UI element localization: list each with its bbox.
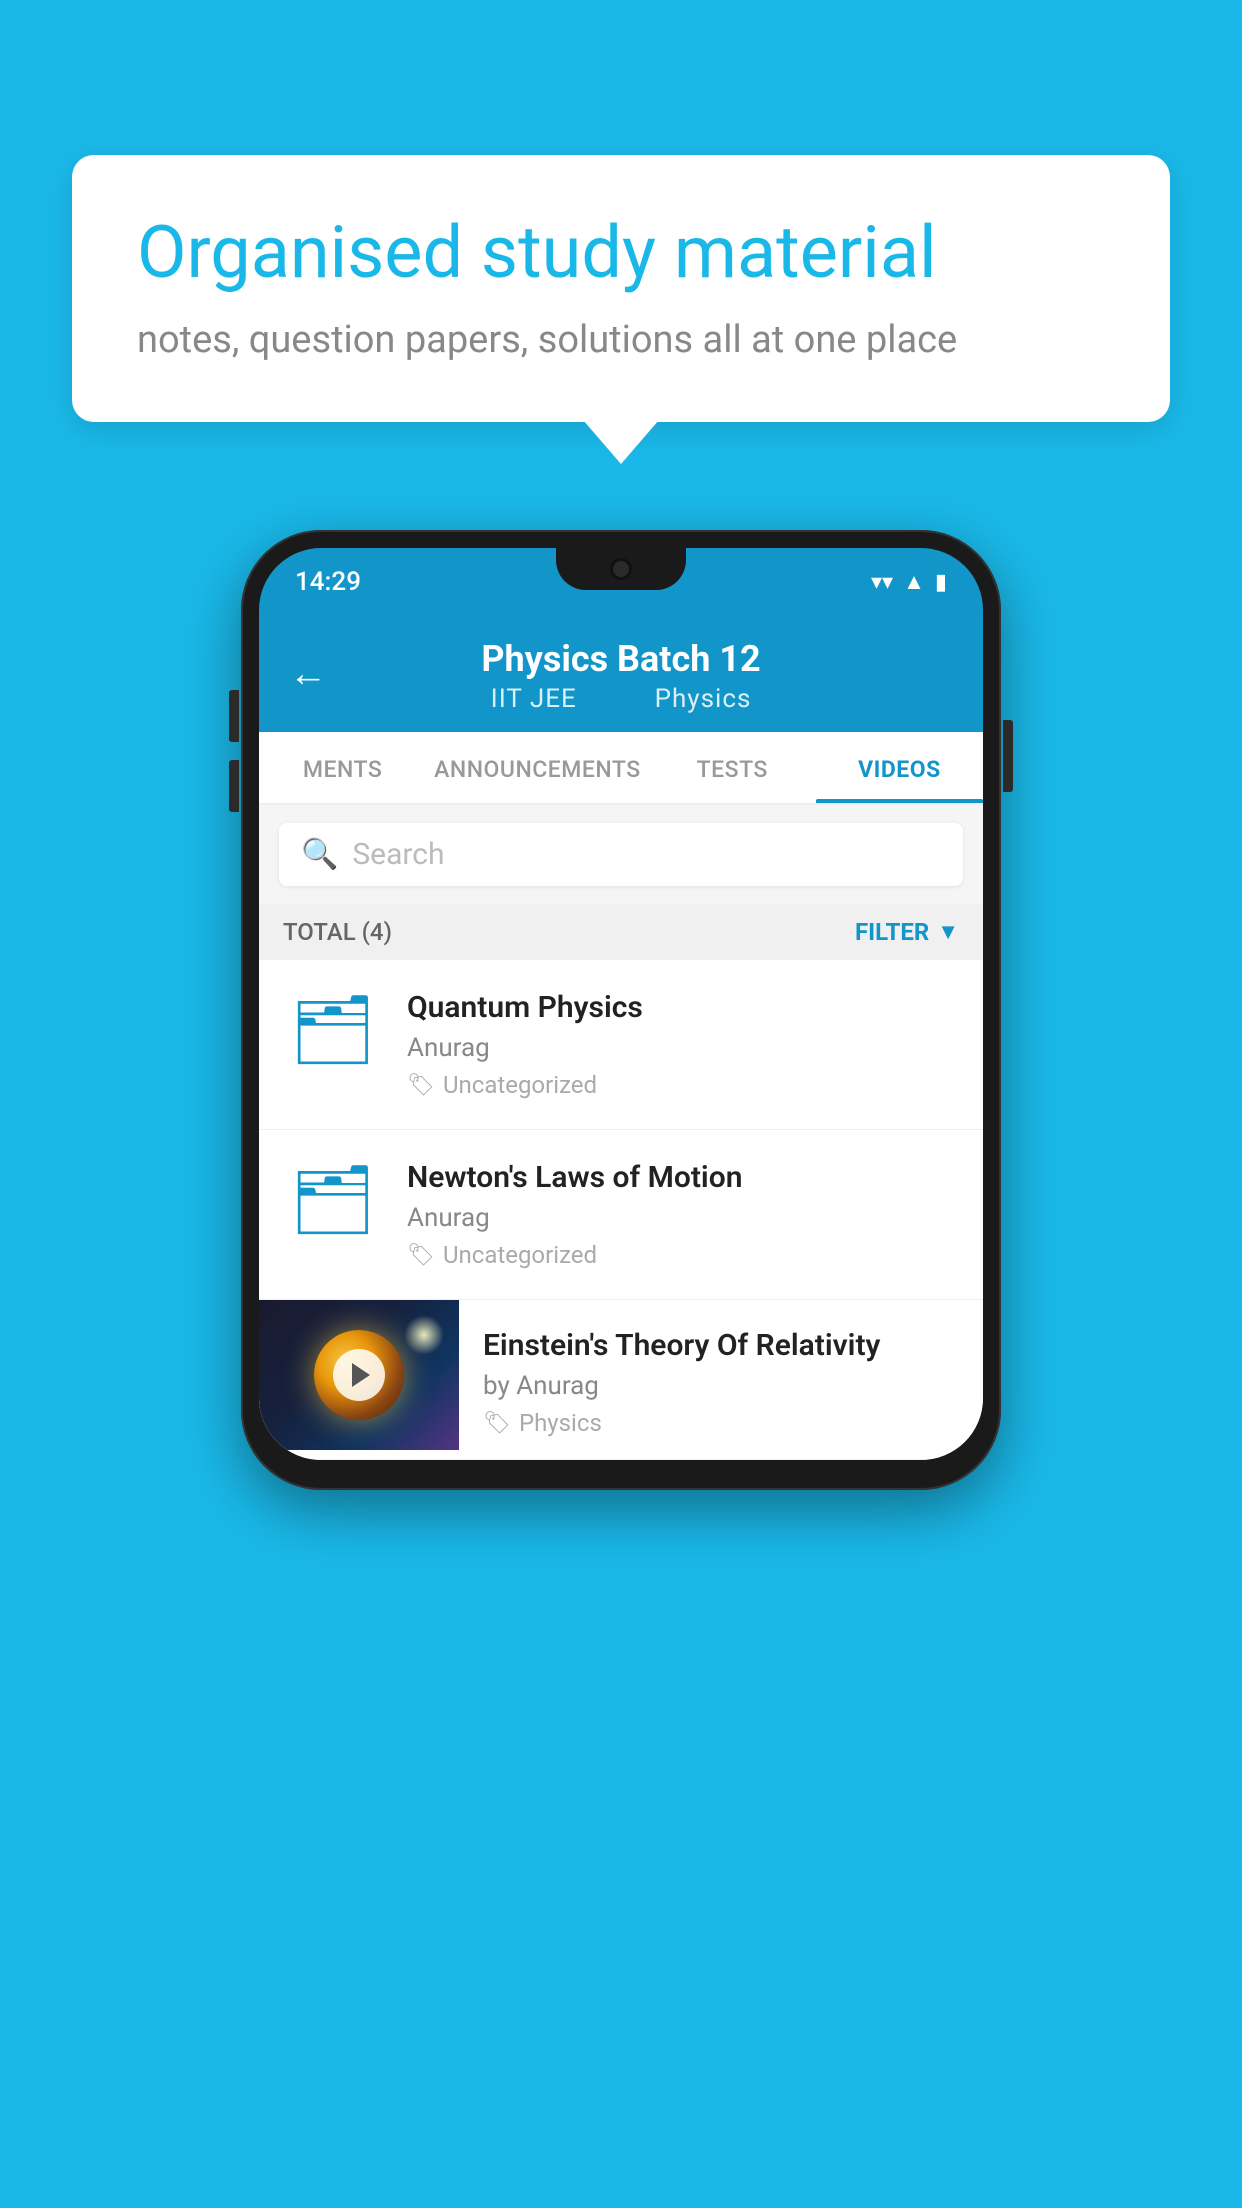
filter-funnel-icon: ▼ (937, 919, 959, 945)
tag-icon-3: 🏷 (483, 1411, 511, 1436)
camera-lens (610, 558, 632, 580)
search-input[interactable]: Search (352, 837, 444, 872)
folder-icon: 🗂 (290, 996, 376, 1064)
battery-icon: ▮ (935, 570, 947, 595)
tag-icon-1: 🏷 (407, 1073, 435, 1098)
tab-announcements[interactable]: ANNOUNCEMENTS (426, 732, 648, 803)
subtitle-separator (608, 684, 630, 714)
play-button-overlay[interactable] (333, 1349, 385, 1401)
glow-visual (404, 1315, 444, 1355)
status-icons: ▾▾ ▲ ▮ (871, 569, 947, 595)
power-button (1003, 720, 1013, 792)
video-title-3: Einstein's Theory Of Relativity (483, 1328, 963, 1363)
video-author-2: Anurag (407, 1203, 959, 1233)
tag-label-1: Uncategorized (443, 1071, 597, 1099)
tag-label-2: Uncategorized (443, 1241, 597, 1269)
search-icon: 🔍 (301, 837, 338, 872)
video-info-1: Quantum Physics Anurag 🏷 Uncategorized (407, 990, 959, 1099)
list-item[interactable]: Einstein's Theory Of Relativity by Anura… (259, 1300, 983, 1460)
video-author-3: by Anurag (483, 1371, 963, 1401)
folder-thumbnail-2: 🗂 (283, 1160, 383, 1240)
video-list: 🗂 Quantum Physics Anurag 🏷 Uncategorized (259, 960, 983, 1460)
header-subtitle: IIT JEE Physics (479, 684, 764, 714)
subtitle-part1: IIT JEE (491, 684, 577, 714)
vol-down-button (229, 760, 239, 812)
video-title-1: Quantum Physics (407, 990, 959, 1025)
header-title: Physics Batch 12 (481, 638, 760, 680)
play-triangle-icon (352, 1363, 370, 1387)
bubble-subtitle: notes, question papers, solutions all at… (137, 318, 1105, 362)
signal-icon: ▲ (903, 569, 925, 595)
filter-label: FILTER (855, 918, 929, 946)
status-time: 14:29 (295, 567, 361, 597)
video-info-3: Einstein's Theory Of Relativity by Anura… (459, 1300, 983, 1459)
video-tag-1: 🏷 Uncategorized (407, 1071, 959, 1099)
phone-screen: ← Physics Batch 12 IIT JEE Physics MENTS… (259, 616, 983, 1460)
filter-button[interactable]: FILTER ▼ (855, 918, 959, 946)
speech-bubble: Organised study material notes, question… (72, 155, 1170, 422)
back-button[interactable]: ← (289, 652, 327, 696)
app-header: ← Physics Batch 12 IIT JEE Physics (259, 616, 983, 732)
tag-label-3: Physics (519, 1409, 602, 1437)
tab-tests[interactable]: TESTS (649, 732, 816, 803)
video-thumbnail-3 (259, 1300, 459, 1450)
wifi-icon: ▾▾ (871, 570, 893, 595)
list-item[interactable]: 🗂 Newton's Laws of Motion Anurag 🏷 Uncat… (259, 1130, 983, 1300)
tag-icon-2: 🏷 (407, 1243, 435, 1268)
subtitle-part2: Physics (655, 684, 752, 714)
search-bar[interactable]: 🔍 Search (279, 823, 963, 886)
search-container: 🔍 Search (259, 805, 983, 904)
tab-videos[interactable]: VIDEOS (816, 732, 983, 803)
vol-up-button (229, 690, 239, 742)
video-info-2: Newton's Laws of Motion Anurag 🏷 Uncateg… (407, 1160, 959, 1269)
video-tag-2: 🏷 Uncategorized (407, 1241, 959, 1269)
filter-bar: TOTAL (4) FILTER ▼ (259, 904, 983, 960)
status-bar: 14:29 ▾▾ ▲ ▮ (259, 548, 983, 616)
video-tag-3: 🏷 Physics (483, 1409, 963, 1437)
phone-outer: 14:29 ▾▾ ▲ ▮ ← Physics Batch 12 IIT JEE … (241, 530, 1001, 1490)
folder-icon: 🗂 (290, 1166, 376, 1234)
video-author-1: Anurag (407, 1033, 959, 1063)
bubble-title: Organised study material (137, 210, 1105, 296)
tab-ments[interactable]: MENTS (259, 732, 426, 803)
folder-thumbnail-1: 🗂 (283, 990, 383, 1070)
video-title-2: Newton's Laws of Motion (407, 1160, 959, 1195)
phone-notch (556, 548, 686, 590)
total-count: TOTAL (4) (283, 918, 392, 946)
phone-mockup: 14:29 ▾▾ ▲ ▮ ← Physics Batch 12 IIT JEE … (241, 530, 1001, 1490)
list-item[interactable]: 🗂 Quantum Physics Anurag 🏷 Uncategorized (259, 960, 983, 1130)
tabs-bar: MENTS ANNOUNCEMENTS TESTS VIDEOS (259, 732, 983, 805)
